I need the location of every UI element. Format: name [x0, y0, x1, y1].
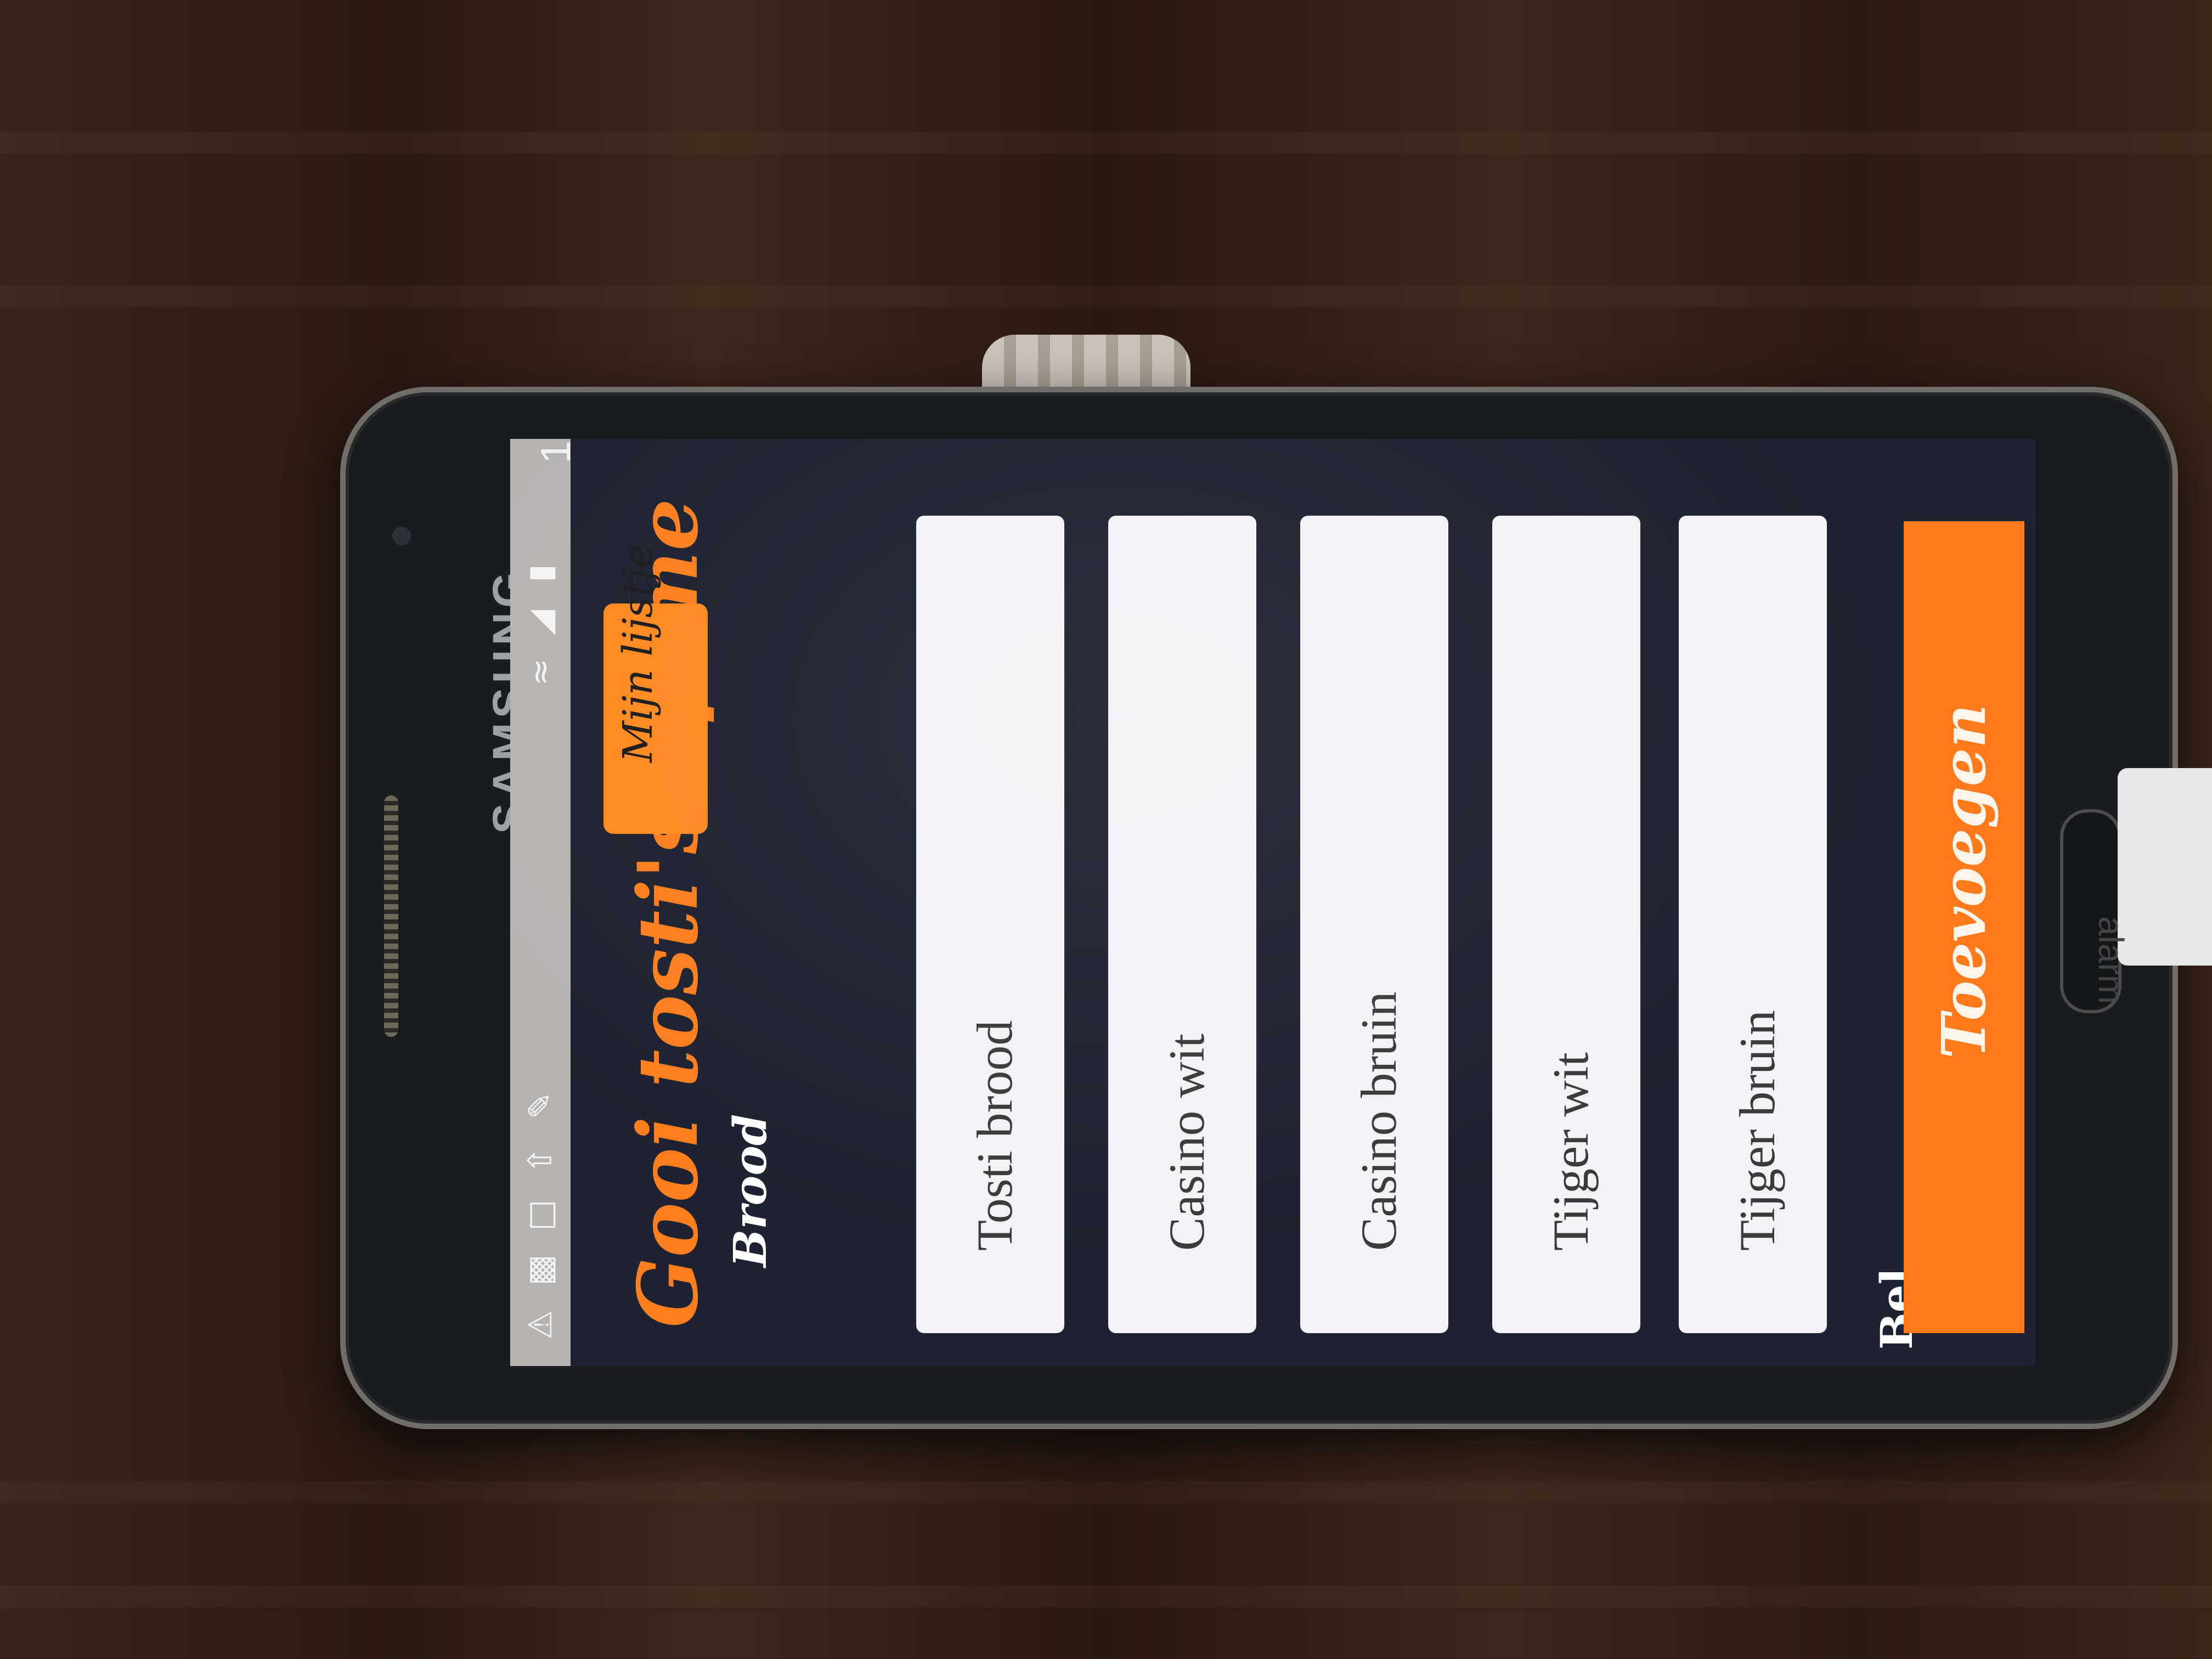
option-label: Tosti brood	[967, 1020, 1023, 1251]
signal-icon: ◢	[521, 610, 560, 636]
my-list-button[interactable]: Mijn lijstje	[603, 544, 708, 834]
battery-icon: ▮	[521, 564, 560, 583]
wifi-icon: ≈	[521, 658, 560, 686]
alarm-tag: alarm	[2091, 768, 2212, 1004]
add-button-label: Toevoegen	[1928, 704, 1999, 1059]
option-label: Tijger bruin	[1729, 1010, 1785, 1251]
status-time: 12:01	[532, 439, 580, 464]
wood-grain	[0, 285, 2212, 307]
option-label: Casino wit	[1159, 1033, 1215, 1251]
alarm-tag-label: alarm	[2091, 916, 2131, 1005]
add-button[interactable]: Toevoegen	[1904, 521, 2024, 1333]
earpiece-speaker	[384, 795, 398, 1037]
option-label: Casino bruin	[1351, 991, 1407, 1251]
option-label: Tijger wit	[1543, 1052, 1599, 1251]
front-camera	[392, 527, 411, 545]
warning-icon: ⚠	[521, 1310, 560, 1340]
option-card-casino-bruin[interactable]: Casino bruin	[1300, 516, 1448, 1333]
clipboard-icon: □	[521, 1199, 560, 1231]
wood-grain	[0, 132, 2212, 154]
option-card-casino-wit[interactable]: Casino wit	[1108, 516, 1256, 1333]
wood-grain	[0, 1585, 2212, 1607]
option-card-tijger-wit[interactable]: Tijger wit	[1492, 516, 1640, 1333]
phone-screen: 12:01 ▮ ◢ ≈ ✎ ⇧ □ ▩ ⚠ Gooi tosti's op me…	[510, 439, 2035, 1366]
upload-icon: ⇧	[521, 1146, 560, 1175]
section-title: Brood	[724, 1114, 777, 1267]
my-list-label: Mijn lijstje	[614, 544, 662, 763]
status-bar: 12:01 ▮ ◢ ≈ ✎ ⇧ □ ▩ ⚠	[510, 439, 579, 1366]
wood-grain	[0, 1481, 2212, 1503]
option-card-tosti-brood[interactable]: Tosti brood	[916, 516, 1064, 1333]
sim-icon: ▩	[521, 1254, 560, 1286]
pen-icon: ✎	[521, 1091, 560, 1120]
option-card-tijger-bruin[interactable]: Tijger bruin	[1679, 516, 1827, 1333]
